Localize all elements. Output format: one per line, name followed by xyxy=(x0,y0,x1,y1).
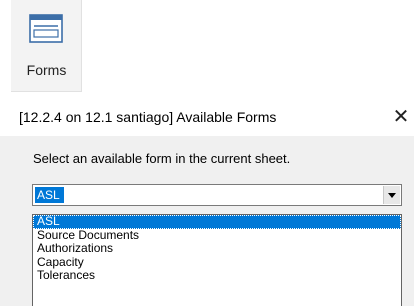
dropdown-option-source-documents[interactable]: Source Documents xyxy=(33,228,401,243)
dropdown-option-authorizations[interactable]: Authorizations xyxy=(33,241,401,256)
forms-button-label: Forms xyxy=(26,62,67,78)
dropdown-toggle-button[interactable] xyxy=(383,186,400,204)
close-icon[interactable]: ✕ xyxy=(389,103,413,131)
instruction-text: Select an available form in the current … xyxy=(33,151,291,166)
dropdown-option-capacity[interactable]: Capacity xyxy=(33,255,401,270)
dropdown-option-asl[interactable]: ASL xyxy=(33,215,401,229)
dropdown-option-tolerances[interactable]: Tolerances xyxy=(33,268,401,283)
form-dropdown-list: ASL Source Documents Authorizations Capa… xyxy=(32,214,402,306)
dialog-body: Select an available form in the current … xyxy=(0,136,414,306)
ribbon: Forms xyxy=(0,0,414,100)
dialog-title: [12.2.4 on 12.1 santiago] Available Form… xyxy=(19,109,277,125)
dialog-title-bar: [12.2.4 on 12.1 santiago] Available Form… xyxy=(0,100,414,136)
chevron-down-icon xyxy=(388,193,396,198)
forms-button[interactable]: Forms xyxy=(11,0,82,92)
form-window-icon xyxy=(29,14,63,44)
combobox-selected-value: ASL xyxy=(35,187,64,203)
form-select-combobox[interactable]: ASL xyxy=(32,184,402,206)
